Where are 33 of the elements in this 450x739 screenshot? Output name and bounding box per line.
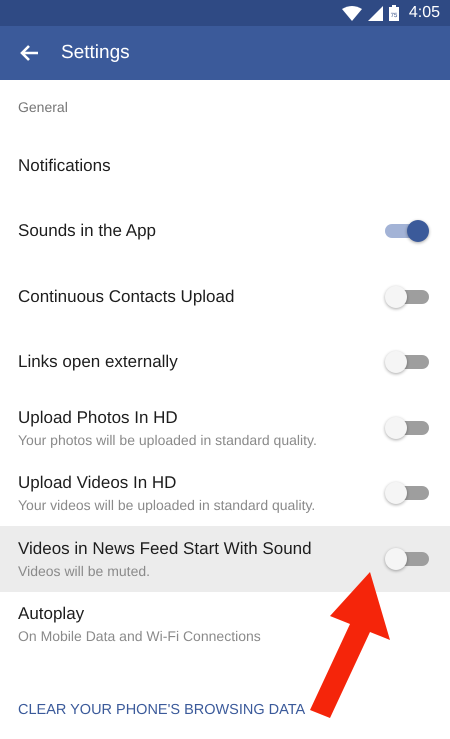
toggle-switch[interactable] <box>385 286 429 308</box>
settings-row[interactable]: Upload Photos In HD Your photos will be uploaded in standard quality. <box>0 395 450 460</box>
toggle-switch[interactable] <box>385 482 429 504</box>
settings-row[interactable]: Autoplay On Mobile Data and Wi-Fi Connections <box>0 592 450 657</box>
settings-row[interactable]: Videos in News Feed Start With Sound Videos will be muted. <box>0 526 450 592</box>
wifi-icon <box>342 6 362 20</box>
setting-title: Videos in News Feed Start With Sound <box>18 538 312 559</box>
setting-title: Sounds in the App <box>18 221 156 242</box>
setting-description: On Mobile Data and Wi-Fi Connections <box>18 628 261 644</box>
setting-title: Continuous Contacts Upload <box>18 286 234 307</box>
settings-row[interactable]: Links open externally <box>0 330 450 395</box>
setting-title: Notifications <box>18 156 111 176</box>
toggle-switch[interactable] <box>385 416 429 439</box>
setting-title: Links open externally <box>18 352 178 372</box>
section-header: General <box>17 98 69 116</box>
back-arrow-icon[interactable] <box>19 44 39 62</box>
settings-row[interactable]: Sounds in the App <box>0 198 450 264</box>
setting-title: Upload Videos In HD <box>18 473 178 494</box>
settings-row[interactable]: Upload Videos In HD Your videos will be uploaded in standard quality. <box>0 460 450 526</box>
toggle-switch[interactable] <box>385 220 429 242</box>
settings-row[interactable]: Continuous Contacts Upload <box>0 264 450 330</box>
clear-data-link[interactable]: CLEAR YOUR PHONE'S BROWSING DATA <box>0 702 450 718</box>
toggle-switch[interactable] <box>385 351 429 374</box>
toggle-switch[interactable] <box>385 548 429 570</box>
setting-description: Your videos will be uploaded in standard quality. <box>18 497 316 514</box>
clock-time: 4:05 <box>408 4 440 22</box>
signal-icon <box>368 6 383 20</box>
settings-row[interactable]: Notifications <box>0 133 450 198</box>
setting-title: Autoplay <box>18 604 86 624</box>
setting-title: Upload Photos In HD <box>18 408 179 428</box>
screen-title: Settings <box>61 42 130 64</box>
setting-description: Videos will be muted. <box>18 562 152 579</box>
setting-description: Your photos will be uploaded in standard quality. <box>18 432 317 448</box>
